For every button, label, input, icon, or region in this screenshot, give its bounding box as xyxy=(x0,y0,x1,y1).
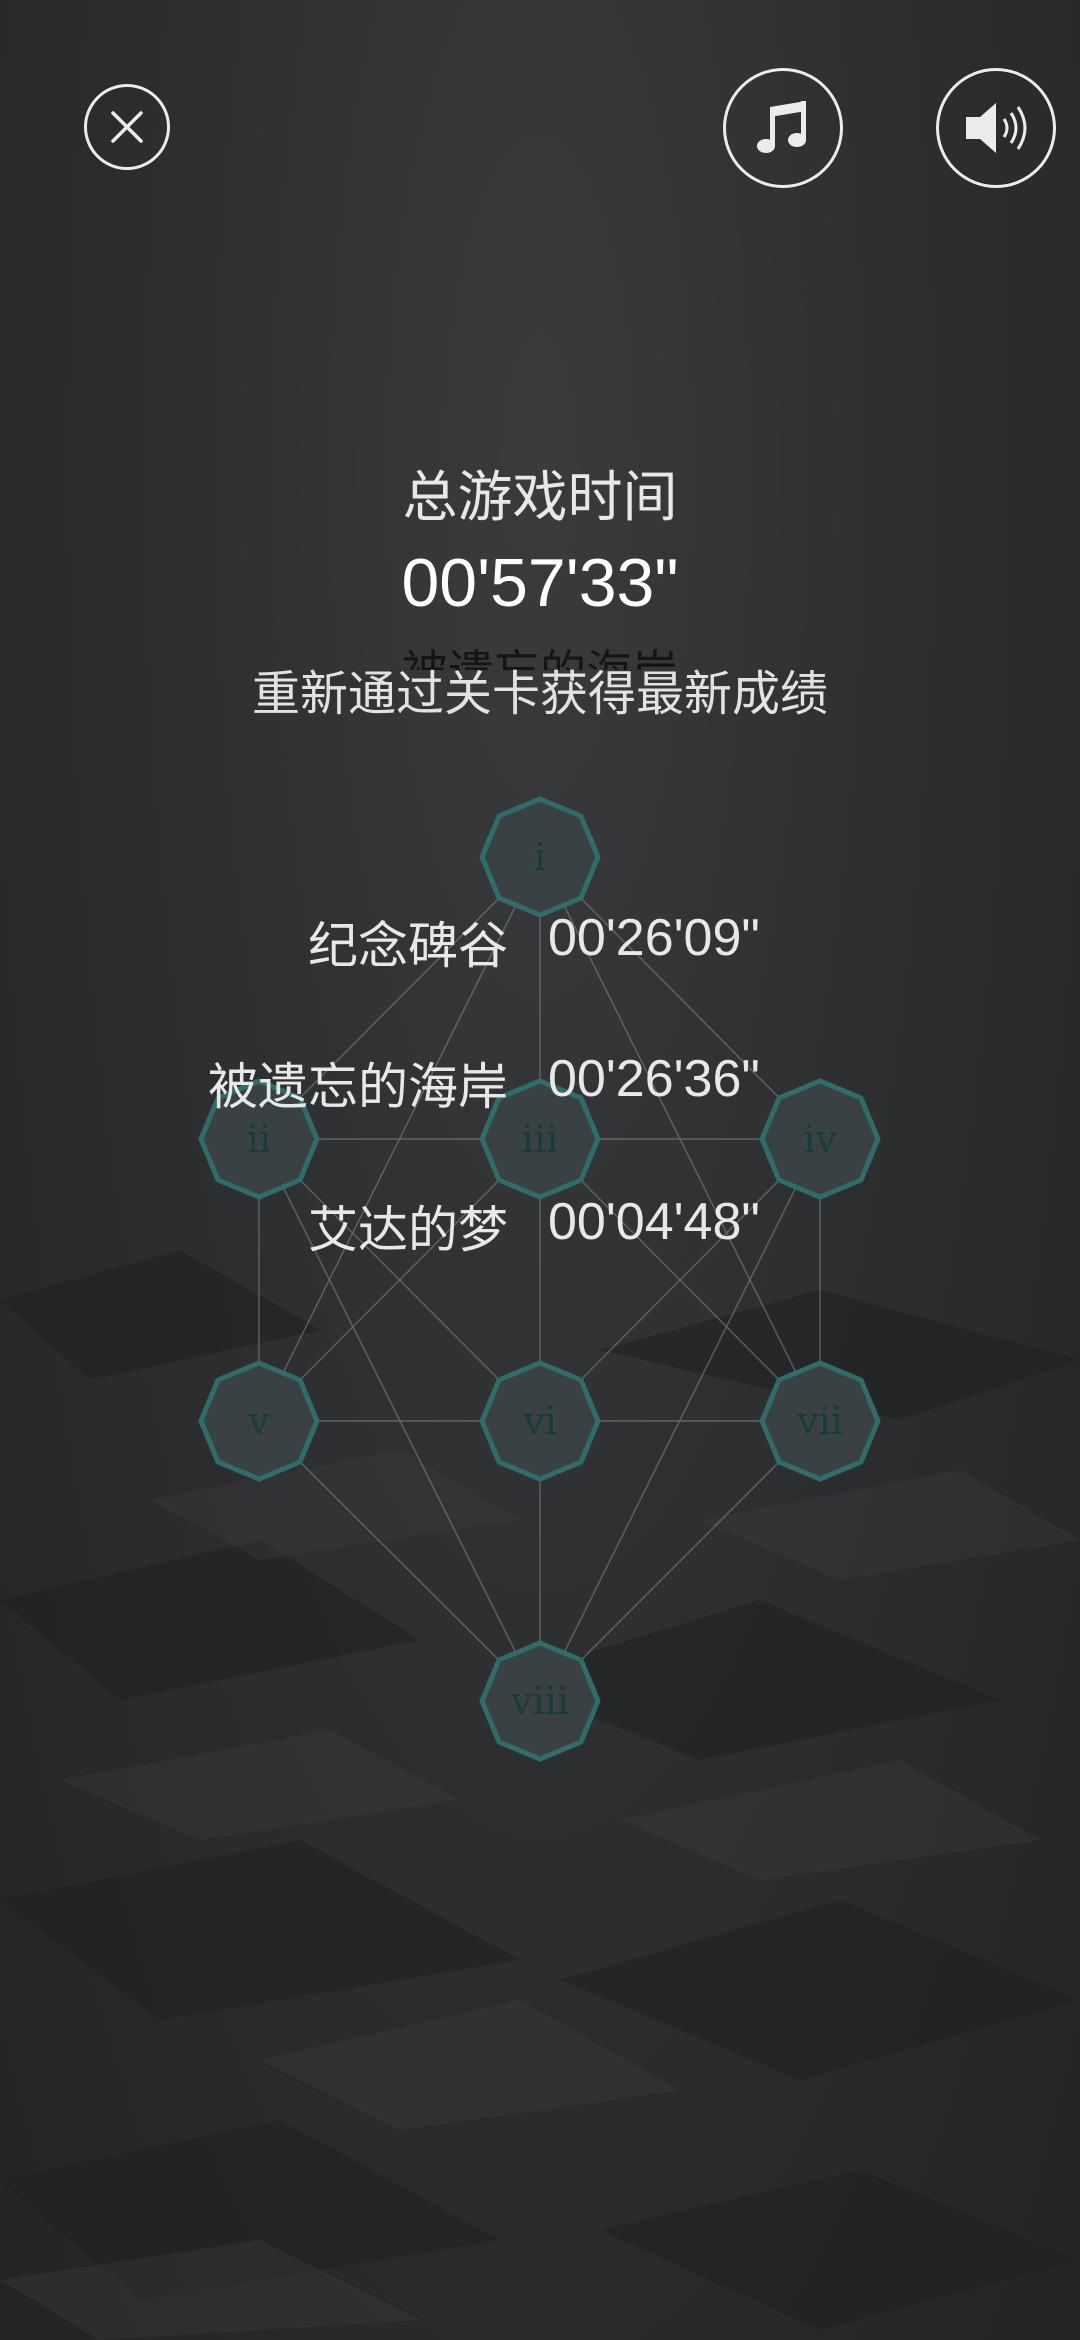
level-row: 纪念碑谷 00'26'09" xyxy=(0,906,1080,976)
chapter-label: iv xyxy=(803,1117,837,1161)
level-time: 00'26'09" xyxy=(548,909,760,967)
chapter-label: vii xyxy=(796,1399,843,1443)
level-name: 艾达的梦 xyxy=(308,1201,508,1259)
level-name: 纪念碑谷 xyxy=(308,917,508,975)
chapter-label: ii xyxy=(247,1117,271,1161)
chapter-label: vi xyxy=(522,1399,557,1443)
level-time: 00'04'48" xyxy=(548,1193,760,1251)
chapter-label: iii xyxy=(522,1117,558,1161)
level-row: 艾达的梦 00'04'48" xyxy=(0,1190,1080,1260)
chapter-graph: i ii iii iv v vi vii viii xyxy=(198,796,881,1762)
chapter-node-1[interactable]: i xyxy=(479,796,601,918)
chapter-node-6[interactable]: vi xyxy=(479,1360,601,1482)
chapter-node-5[interactable]: v xyxy=(198,1360,320,1482)
level-row: 被遗忘的海岸 00'26'36" xyxy=(0,1047,1080,1117)
chapter-label: v xyxy=(247,1399,270,1443)
graph-edges xyxy=(258,856,821,1702)
chapter-node-8[interactable]: viii xyxy=(479,1640,601,1762)
level-name: 被遗忘的海岸 xyxy=(208,1058,508,1116)
chapter-node-7[interactable]: vii xyxy=(759,1360,881,1482)
level-time: 00'26'36" xyxy=(548,1050,760,1108)
chapter-label: i xyxy=(534,835,546,879)
chapter-label: viii xyxy=(510,1679,569,1723)
